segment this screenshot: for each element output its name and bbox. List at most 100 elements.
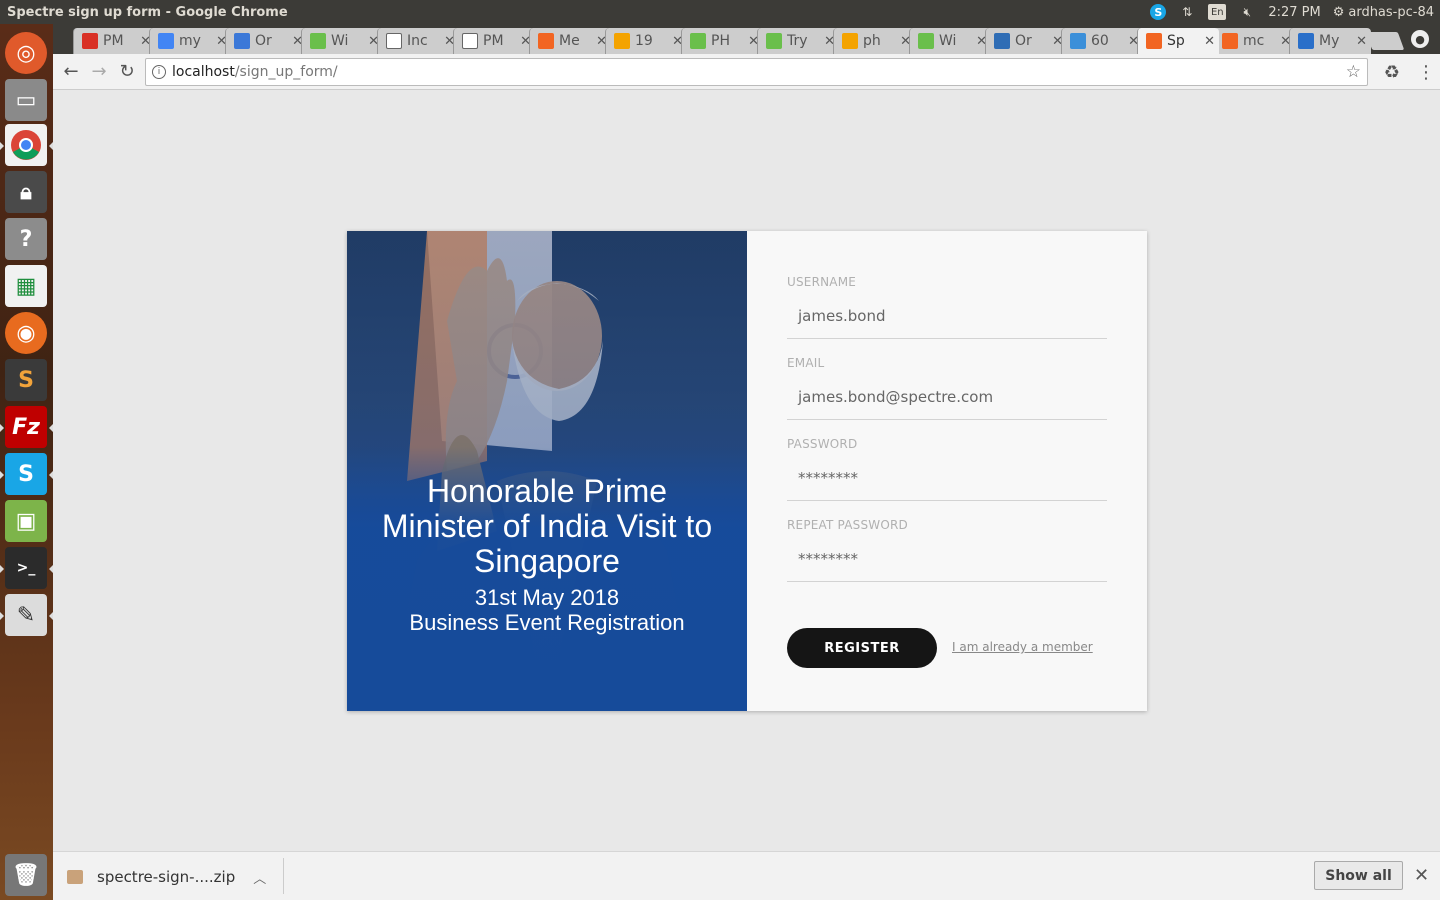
url-host: localhost <box>172 64 235 80</box>
wix-icon <box>690 33 706 49</box>
close-icon[interactable]: ✕ <box>1414 865 1429 886</box>
system-top-bar: Spectre sign up form - Google Chrome S ⇅… <box>0 0 1440 24</box>
tab[interactable]: Wi ✕ <box>301 28 383 54</box>
chevron-up-icon[interactable]: ︿ <box>253 868 266 887</box>
wix-icon <box>310 33 326 49</box>
skype-tray-icon[interactable]: S <box>1150 4 1167 20</box>
tab[interactable]: PH ✕ <box>681 28 763 54</box>
tab-label: PM <box>483 33 504 49</box>
bookmark-star-icon[interactable]: ☆ <box>1346 62 1361 82</box>
tab-label: Sp <box>1167 33 1185 49</box>
page-viewport: Honorable Prime Minister of India Visit … <box>53 90 1440 851</box>
help-icon[interactable]: ? <box>5 218 47 260</box>
sublime-text-icon[interactable]: S <box>5 359 47 401</box>
already-member-link[interactable]: I am already a member <box>952 640 1093 654</box>
tab[interactable]: My ✕ <box>1289 28 1371 54</box>
firefox-icon[interactable]: ◉ <box>5 312 47 354</box>
wix-icon <box>766 33 782 49</box>
info-icon[interactable]: i <box>152 65 166 79</box>
skype-icon[interactable]: S <box>0 453 53 495</box>
tab[interactable]: Me ✕ <box>529 28 611 54</box>
tab-close-icon[interactable]: ✕ <box>1356 34 1367 49</box>
settings-gear-icon[interactable]: ⚙ <box>1333 5 1345 20</box>
repeat-password-input[interactable]: ******** <box>787 549 1107 582</box>
tab-label: 60 <box>1091 33 1109 49</box>
tab-close-icon[interactable]: ✕ <box>1204 34 1215 49</box>
reload-icon[interactable]: ↻ <box>113 58 141 86</box>
f-icon <box>1070 33 1086 49</box>
tab-label: 19 <box>635 33 653 49</box>
password-field-group: PASSWORD ******** <box>787 437 1107 501</box>
tab[interactable]: PM ✕ <box>453 28 535 54</box>
profile-icon[interactable]: ● <box>1411 30 1429 48</box>
chrome-icon[interactable] <box>0 124 53 166</box>
network-icon[interactable]: ⇅ <box>1178 3 1196 21</box>
wix-icon <box>918 33 934 49</box>
clock[interactable]: 2:27 PM <box>1268 5 1320 20</box>
vpn-lock-icon[interactable]: 🔒︎ <box>5 171 47 213</box>
username-label: USERNAME <box>787 275 857 289</box>
menu-kebab-icon[interactable]: ⋮ <box>1412 58 1440 86</box>
tab[interactable]: mc ✕ <box>1213 28 1295 54</box>
text-editor-icon[interactable]: ✎ <box>0 594 53 636</box>
chart-icon <box>234 33 250 49</box>
tab[interactable]: my ✕ <box>149 28 231 54</box>
repeat-password-label: REPEAT PASSWORD <box>787 518 908 532</box>
zip-file-icon <box>67 870 83 884</box>
tab[interactable]: Try ✕ <box>757 28 839 54</box>
register-button[interactable]: REGISTER <box>787 628 937 668</box>
tab[interactable]: Inc ✕ <box>377 28 459 54</box>
document-icon <box>462 33 478 49</box>
username-input[interactable]: james.bond <box>787 306 1107 339</box>
filezilla-icon[interactable]: Fz <box>0 406 53 448</box>
tab[interactable]: Or ✕ <box>225 28 307 54</box>
forward-arrow-icon[interactable]: → <box>85 58 113 86</box>
password-input[interactable]: ******** <box>787 468 1107 501</box>
browser-toolbar: ← → ↻ i localhost/sign_up_form/ ☆ ♻ ⋮ <box>53 54 1440 90</box>
tab[interactable]: Sp ✕ <box>1137 28 1219 54</box>
tab[interactable]: PM ✕ <box>73 28 155 54</box>
show-all-button[interactable]: Show all <box>1314 861 1403 890</box>
r-icon <box>994 33 1010 49</box>
app-launcher: ◎ ▭ 🔒︎ ? ▦ ◉ S Fz S ▣ >_ ✎ 🗑︎ <box>0 24 53 900</box>
repeat-password-field-group: REPEAT PASSWORD ******** <box>787 518 1107 582</box>
hero-date: 31st May 2018 <box>474 585 620 610</box>
hero-subtitle: Business Event Registration <box>409 610 685 635</box>
tab-strip: PM ✕ my ✕ Or ✕ Wi ✕ Inc ✕ PM ✕ Me ✕ 19 ✕ PH ✕ Try ✕ ph ✕ Wi ✕ Or… <box>53 24 1440 54</box>
tab-label: My <box>1319 33 1340 49</box>
tab-label: Inc <box>407 33 428 49</box>
download-item[interactable]: spectre-sign-....zip ︿ <box>67 864 266 890</box>
files-icon[interactable]: ▭ <box>5 79 47 121</box>
tab-label: Try <box>787 33 808 49</box>
tab-label: PM <box>103 33 124 49</box>
hero-panel: Honorable Prime Minister of India Visit … <box>347 231 747 711</box>
image-viewer-icon[interactable]: ▣ <box>5 500 47 542</box>
tab[interactable]: ph ✕ <box>833 28 915 54</box>
user-name[interactable]: ardhas-pc-84 <box>1348 5 1434 20</box>
spreadsheet-icon[interactable]: ▦ <box>5 265 47 307</box>
address-bar[interactable]: i localhost/sign_up_form/ ☆ <box>145 58 1368 86</box>
tab-label: mc <box>1243 33 1265 49</box>
tab[interactable]: 19 ✕ <box>605 28 687 54</box>
ubuntu-dash-icon[interactable]: ◎ <box>5 32 47 74</box>
xampp-icon <box>1222 33 1238 49</box>
volume-muted-icon[interactable]: 🔇︎ <box>1238 3 1256 21</box>
tab-label: Or <box>255 33 272 49</box>
tab-label: Or <box>1015 33 1032 49</box>
trash-icon[interactable]: 🗑︎ <box>5 854 47 896</box>
back-arrow-icon[interactable]: ← <box>57 58 85 86</box>
tab[interactable]: 60 ✕ <box>1061 28 1143 54</box>
email-input[interactable]: james.bond@spectre.com <box>787 387 1107 420</box>
u-icon <box>1298 33 1314 49</box>
tab-label: my <box>179 33 201 49</box>
new-tab-button[interactable] <box>1365 32 1405 50</box>
keyboard-layout[interactable]: En <box>1208 4 1227 20</box>
tab[interactable]: Or ✕ <box>985 28 1067 54</box>
terminal-icon[interactable]: >_ <box>0 547 53 589</box>
tab-label: Me <box>559 33 580 49</box>
signup-card: Honorable Prime Minister of India Visit … <box>347 231 1147 711</box>
tab-label: ph <box>863 33 881 49</box>
hero-overlay <box>347 231 747 711</box>
tab[interactable]: Wi ✕ <box>909 28 991 54</box>
extension-icon[interactable]: ♻ <box>1378 58 1406 86</box>
